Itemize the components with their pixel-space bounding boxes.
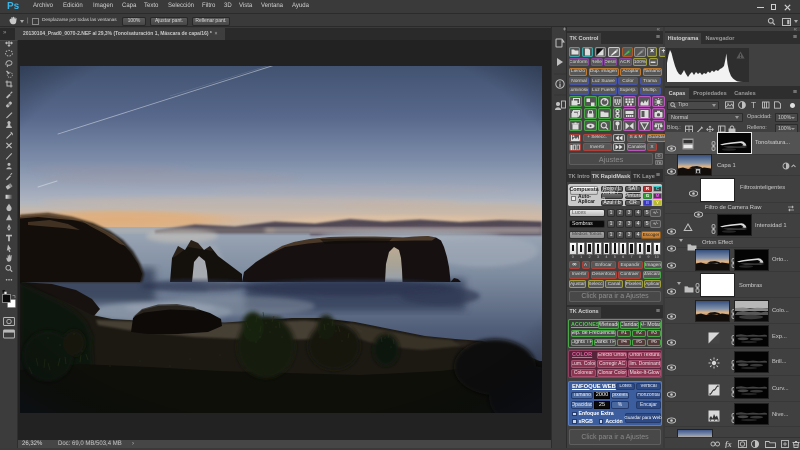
svg-text:T: T [751,101,756,109]
